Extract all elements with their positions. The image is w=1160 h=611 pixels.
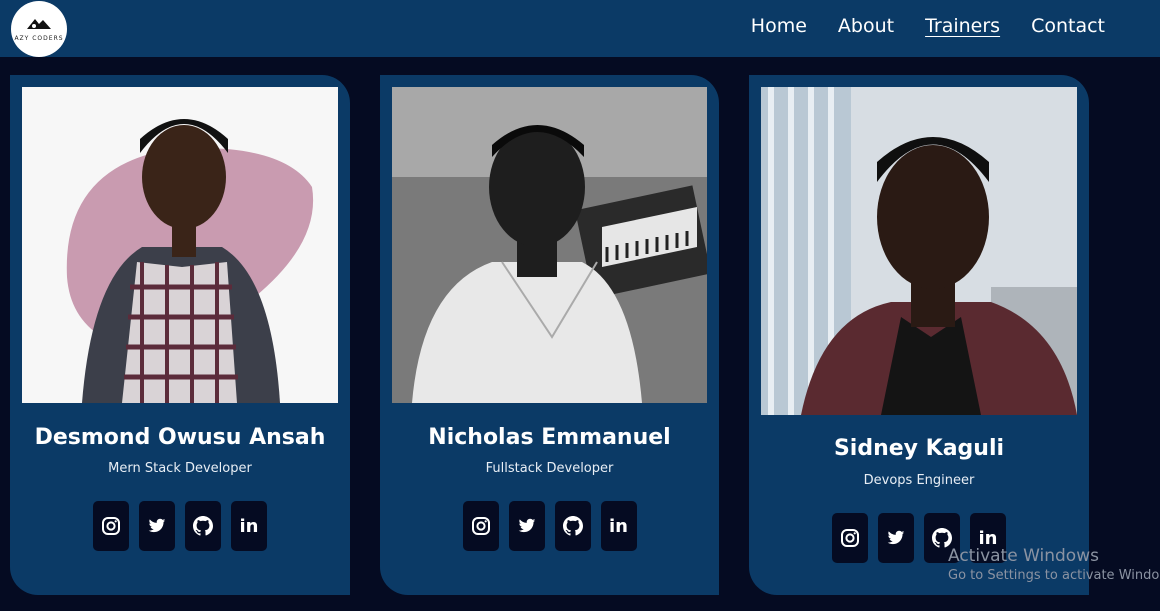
github-button[interactable] [185, 501, 221, 551]
navbar: AZY CODERS Home About Trainers Contact [0, 0, 1160, 57]
trainer-photo [761, 87, 1077, 415]
trainer-photo [22, 87, 338, 403]
logo-icon [27, 19, 51, 29]
nav-contact[interactable]: Contact [1031, 15, 1105, 37]
linkedin-button[interactable]: in [600, 501, 637, 551]
social-links: in [10, 501, 350, 551]
github-button[interactable] [554, 501, 591, 551]
trainer-role: Devops Engineer [863, 473, 975, 488]
instagram-button[interactable] [832, 513, 868, 563]
trainer-role: Fullstack Developer [485, 461, 614, 476]
trainer-name: Desmond Owusu Ansah [34, 425, 326, 450]
instagram-button[interactable] [462, 501, 499, 551]
trainer-photo [392, 87, 707, 403]
github-icon [562, 516, 583, 536]
logo[interactable]: AZY CODERS [11, 1, 67, 57]
instagram-icon [102, 517, 120, 535]
watermark-title: Activate Windows [948, 546, 1099, 566]
linkedin-icon: in [239, 515, 259, 537]
trainer-card: Desmond Owusu Ansah Mern Stack Developer… [10, 75, 350, 595]
trainer-role: Mern Stack Developer [108, 461, 252, 476]
nav-links: Home About Trainers Contact [751, 15, 1105, 37]
nav-trainers[interactable]: Trainers [925, 15, 1000, 37]
windows-activation-watermark: Activate Windows Go to Settings to activ… [948, 546, 1160, 583]
nav-about[interactable]: About [838, 15, 894, 37]
twitter-icon [887, 530, 905, 545]
github-icon [193, 516, 213, 536]
social-links: in [380, 501, 719, 551]
nav-home[interactable]: Home [751, 15, 807, 37]
twitter-icon [518, 518, 535, 533]
logo-text: AZY CODERS [14, 35, 64, 42]
trainer-card: Nicholas Emmanuel Fullstack Developer in [380, 75, 719, 595]
watermark-subtitle: Go to Settings to activate Windows. [948, 568, 1160, 583]
twitter-button[interactable] [508, 501, 545, 551]
linkedin-button[interactable]: in [231, 501, 267, 551]
github-icon [932, 528, 952, 548]
twitter-button[interactable] [878, 513, 914, 563]
trainer-name: Sidney Kaguli [833, 436, 1005, 461]
trainer-card: Sidney Kaguli Devops Engineer in [749, 75, 1089, 595]
instagram-button[interactable] [93, 501, 129, 551]
instagram-icon [841, 529, 859, 547]
linkedin-icon: in [609, 515, 628, 537]
trainer-name: Nicholas Emmanuel [428, 425, 671, 450]
instagram-icon [471, 517, 490, 535]
twitter-button[interactable] [139, 501, 175, 551]
twitter-icon [148, 518, 166, 533]
